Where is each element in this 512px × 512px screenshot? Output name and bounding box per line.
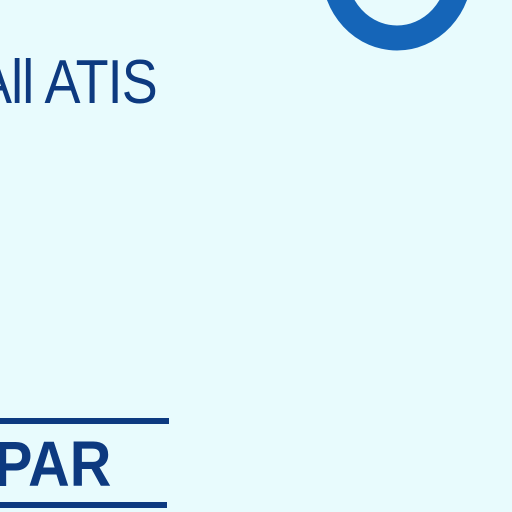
ring-shape [326,0,468,51]
bottom-divider [0,502,167,508]
atis-label: All ATIS [0,48,158,117]
top-divider [0,418,169,424]
par-label: PAR [0,428,112,500]
